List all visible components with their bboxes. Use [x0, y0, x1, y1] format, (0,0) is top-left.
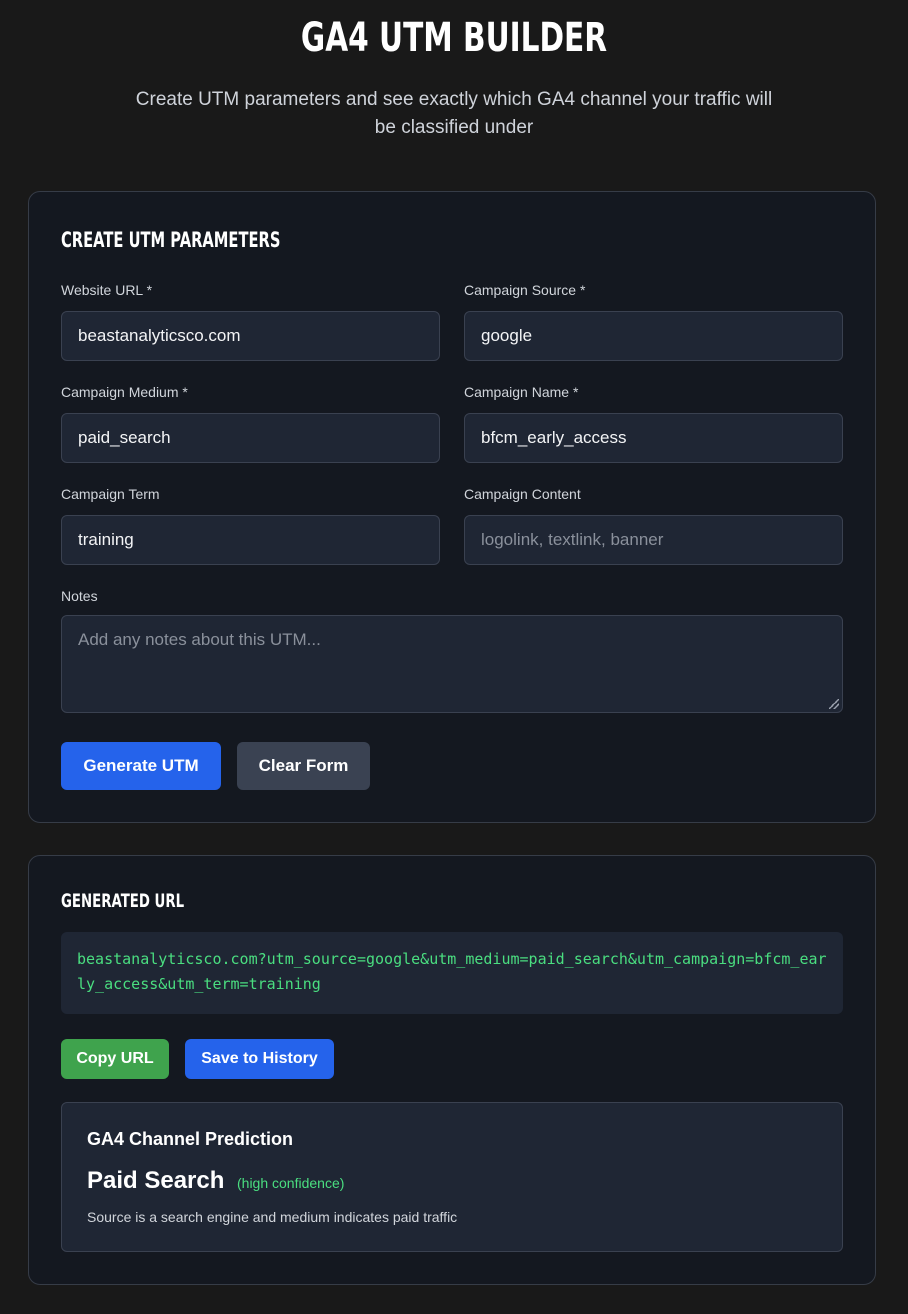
campaign-medium-input[interactable]: paid_search	[61, 413, 440, 463]
channel-prediction-panel: GA4 Channel Prediction Paid Search (high…	[61, 1102, 843, 1252]
generate-utm-button[interactable]: Generate UTM	[61, 742, 221, 790]
predicted-channel: Paid Search	[87, 1167, 225, 1194]
resize-handle-icon[interactable]	[829, 699, 839, 709]
generated-url-card: Generated URL beastanalyticsco.com?utm_s…	[28, 855, 876, 1285]
prediction-reason: Source is a search engine and medium ind…	[87, 1209, 458, 1225]
campaign-name-input[interactable]: bfcm_early_access	[464, 413, 843, 463]
app-subtitle: Create UTM parameters and see exactly wh…	[135, 89, 773, 138]
confidence-badge: (high confidence)	[237, 1175, 345, 1191]
form-section-title: Create UTM Parameters	[61, 228, 281, 252]
campaign-source-label: Campaign Source *	[464, 282, 586, 298]
generated-url-output[interactable]: beastanalyticsco.com?utm_source=google&u…	[61, 932, 843, 1014]
notes-field: Notes Add any notes about this UTM...	[61, 588, 843, 713]
clear-form-button[interactable]: Clear Form	[237, 742, 370, 790]
utm-form-card: Create UTM Parameters Website URL * beas…	[28, 191, 876, 823]
campaign-content-label: Campaign Content	[464, 486, 581, 502]
campaign-term-field: Campaign Term training	[61, 486, 440, 565]
notes-placeholder: Add any notes about this UTM...	[78, 630, 321, 649]
campaign-term-label: Campaign Term	[61, 486, 160, 502]
campaign-medium-field: Campaign Medium * paid_search	[61, 384, 440, 463]
notes-label: Notes	[61, 588, 98, 604]
campaign-source-field: Campaign Source * google	[464, 282, 843, 361]
campaign-content-input[interactable]: logolink, textlink, banner	[464, 515, 843, 565]
campaign-name-field: Campaign Name * bfcm_early_access	[464, 384, 843, 463]
campaign-medium-label: Campaign Medium *	[61, 384, 188, 400]
campaign-term-input[interactable]: training	[61, 515, 440, 565]
page: GA4 UTM BUILDER Create UTM parameters an…	[0, 0, 908, 1314]
copy-url-button[interactable]: Copy URL	[61, 1039, 169, 1079]
app-title: GA4 UTM BUILDER	[300, 15, 608, 61]
result-section-title: Generated URL	[61, 890, 185, 912]
campaign-name-label: Campaign Name *	[464, 384, 579, 400]
save-to-history-button[interactable]: Save to History	[185, 1039, 334, 1079]
website-url-field: Website URL * beastanalyticsco.com	[61, 282, 440, 361]
campaign-source-input[interactable]: google	[464, 311, 843, 361]
notes-textarea[interactable]: Add any notes about this UTM...	[61, 615, 843, 713]
campaign-content-field: Campaign Content logolink, textlink, ban…	[464, 486, 843, 565]
website-url-input[interactable]: beastanalyticsco.com	[61, 311, 440, 361]
prediction-heading: GA4 Channel Prediction	[87, 1129, 294, 1149]
website-url-label: Website URL *	[61, 282, 153, 298]
